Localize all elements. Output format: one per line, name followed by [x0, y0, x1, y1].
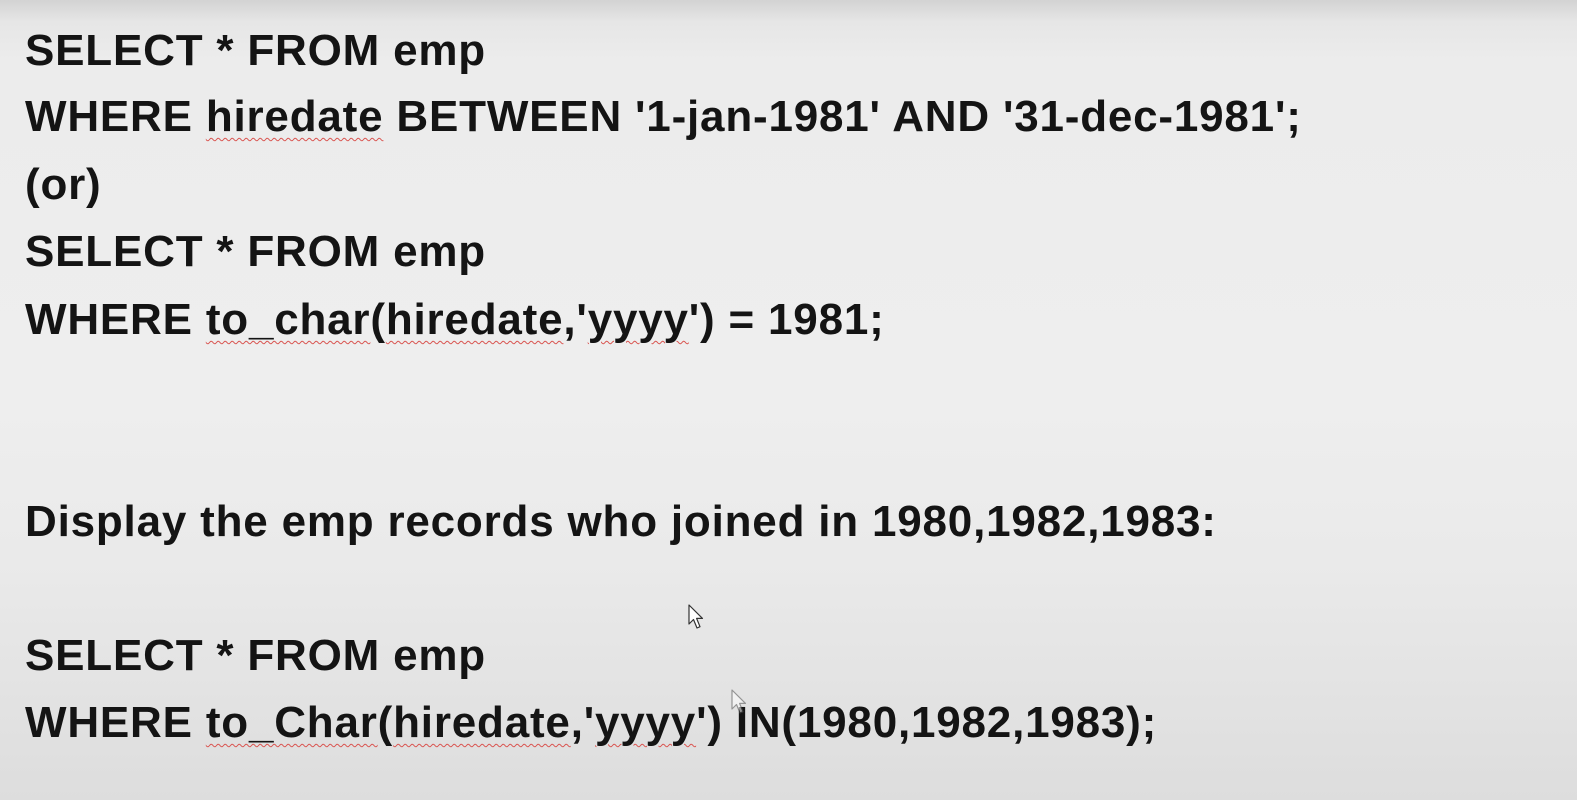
equals-clause: ') = 1981; — [688, 295, 885, 344]
where-keyword: WHERE — [25, 92, 206, 141]
where-keyword: WHERE — [25, 698, 206, 747]
query1-where-line: WHERE hiredate BETWEEN '1-jan-1981' AND … — [25, 91, 1302, 143]
between-clause: BETWEEN '1-jan-1981' AND '31-dec-1981'; — [383, 92, 1302, 141]
mouse-pointer-icon — [688, 604, 704, 630]
query2-select-line: SELECT * FROM emp — [25, 227, 486, 276]
open-paren: ( — [370, 295, 386, 344]
question-heading: Display the emp records who joined in 19… — [25, 497, 1217, 546]
to-char-misspelled-word: to_Char — [205, 698, 378, 747]
yyyy-misspelled-word: yyyy — [595, 698, 697, 747]
or-separator: (or) — [25, 160, 102, 209]
open-paren: ( — [377, 698, 394, 747]
hiredate-misspelled-word: hiredate — [393, 698, 571, 747]
query3-select-line: SELECT * FROM emp — [25, 631, 486, 680]
hiredate-misspelled-word: hiredate — [205, 92, 384, 141]
hiredate-misspelled-word: hiredate — [385, 295, 564, 344]
query2-where-line: WHERE to_char(hiredate,'yyyy') = 1981; — [25, 294, 885, 346]
comma-quote: ,' — [570, 698, 595, 747]
yyyy-misspelled-word: yyyy — [587, 295, 689, 344]
slide-page: SELECT * FROM emp WHERE hiredate BETWEEN… — [0, 0, 1577, 800]
comma-quote: ,' — [563, 295, 588, 344]
to-char-misspelled-word: to_char — [205, 295, 371, 344]
query1-select-line: SELECT * FROM emp — [25, 26, 486, 75]
in-clause: ') IN(1980,1982,1983); — [696, 698, 1158, 747]
where-keyword: WHERE — [25, 295, 206, 344]
ghost-pointer-icon — [731, 689, 747, 715]
query3-where-line: WHERE to_Char(hiredate,'yyyy') IN(1980,1… — [25, 697, 1157, 749]
